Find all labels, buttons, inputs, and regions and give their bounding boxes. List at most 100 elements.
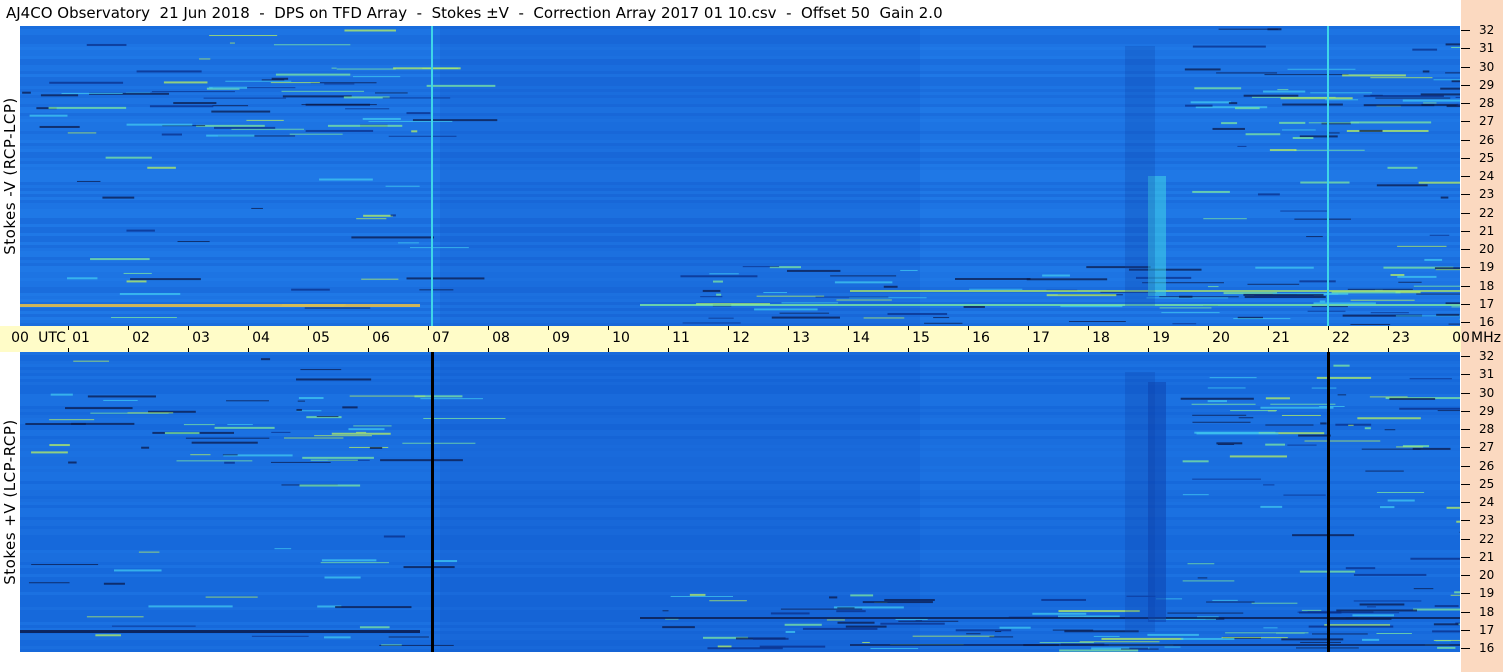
hour-tick-mark (1328, 348, 1329, 352)
hour-tick-mark (968, 348, 969, 352)
frequency-tick-mark (1461, 593, 1470, 595)
spectrogram-top-image (20, 26, 1460, 326)
hour-tick-mark (1088, 326, 1089, 330)
frequency-tick-label: 19 (1479, 586, 1495, 601)
hour-tick-mark (308, 326, 309, 330)
hour-tick-label: 15 (912, 330, 930, 346)
spectrogram-texture (20, 26, 1460, 326)
frequency-tick-mark (1461, 103, 1470, 104)
hour-tick-mark (1208, 326, 1209, 330)
hour-tick-label: 07 (432, 330, 450, 346)
frequency-tick-label: 30 (1479, 385, 1495, 400)
hour-tick-mark (1388, 326, 1389, 330)
hour-tick-mark (848, 348, 849, 352)
hour-tick-mark (1088, 348, 1089, 352)
frequency-tick-mark (1461, 648, 1470, 649)
hour-tick-mark (1208, 348, 1209, 352)
utc-label: UTC (38, 330, 66, 346)
hour-tick-label: 17 (1032, 330, 1050, 346)
frequency-tick-label: 31 (1479, 367, 1495, 382)
hour-tick-mark (68, 326, 69, 330)
frequency-tick-mark (1461, 157, 1470, 159)
frequency-tick-label: 19 (1479, 260, 1495, 275)
hour-tick-label: 22 (1332, 330, 1350, 346)
frequency-tick-label: 28 (1479, 96, 1495, 110)
frequency-tick-mark (1461, 629, 1470, 631)
hour-tick-label: 09 (552, 330, 570, 346)
hour-tick-mark (128, 326, 129, 330)
frequency-tick-label: 20 (1479, 242, 1495, 256)
spectrogram-top[interactable] (20, 26, 1460, 326)
frequency-tick-label: 21 (1479, 223, 1495, 238)
hour-tick-label: 10 (612, 330, 630, 346)
frequency-tick-label: 18 (1479, 604, 1495, 619)
frequency-tick-mark (1461, 556, 1470, 558)
bottom-panel-label-area: Stokes +V (LCP-RCP) (0, 352, 20, 652)
frequency-tick-mark (1461, 139, 1470, 141)
hour-tick-mark (248, 348, 249, 352)
frequency-tick-mark (1461, 356, 1470, 357)
hour-tick-mark (488, 348, 489, 352)
frequency-tick-label: 16 (1479, 315, 1495, 329)
time-start-label: 00 (11, 330, 29, 346)
hour-tick-mark (368, 326, 369, 330)
hour-tick-label: 06 (372, 330, 390, 346)
hour-tick-mark (1268, 348, 1269, 352)
hour-tick-mark (788, 326, 789, 330)
hour-tick-label: 16 (972, 330, 990, 346)
hour-tick-label: 13 (792, 330, 810, 346)
hour-tick-mark (908, 348, 909, 352)
hour-tick-label: 01 (72, 330, 90, 346)
frequency-tick-label: 17 (1479, 622, 1495, 637)
top-panel-label-area: Stokes -V (RCP-LCP) (0, 26, 20, 326)
hour-tick-mark (788, 348, 789, 352)
hour-tick-mark (1388, 348, 1389, 352)
hour-tick-label: 11 (672, 330, 690, 346)
hour-tick-mark (1028, 326, 1029, 330)
hour-tick-mark (308, 348, 309, 352)
frequency-tick-mark (1461, 465, 1470, 467)
frequency-tick-label: 29 (1479, 403, 1495, 418)
hour-tick-label: 02 (132, 330, 150, 346)
hour-tick-mark (488, 326, 489, 330)
frequency-tick-mark (1461, 374, 1470, 376)
frequency-tick-mark (1461, 303, 1470, 305)
hour-tick-mark (1328, 326, 1329, 330)
hour-tick-mark (1268, 326, 1269, 330)
frequency-tick-mark (1461, 520, 1470, 522)
frequency-tick-label: 29 (1479, 77, 1495, 92)
frequency-tick-label: 31 (1479, 41, 1495, 56)
frequency-tick-label: 25 (1479, 476, 1495, 491)
frequency-tick-label: 30 (1479, 59, 1495, 74)
window-title: AJ4CO Observatory 21 Jun 2018 - DPS on T… (0, 0, 1461, 26)
mhz-label: MHz (1471, 330, 1501, 346)
hour-tick-mark (728, 326, 729, 330)
time-end-label: 00 (1452, 330, 1470, 346)
spectrogram-bottom[interactable] (20, 352, 1460, 652)
hour-tick-mark (608, 348, 609, 352)
hour-tick-mark (908, 326, 909, 330)
hour-tick-mark (1148, 326, 1149, 330)
hour-tick-label: 12 (732, 330, 750, 346)
time-axis: 00 UTC 00 MHz 01 02 03 04 05 06 07 08 09 10 11 12 13… (0, 326, 1501, 352)
bottom-panel-label: Stokes +V (LCP-RCP) (1, 419, 19, 585)
hour-tick-mark (668, 348, 669, 352)
frequency-tick-label: 24 (1479, 495, 1495, 509)
hour-tick-mark (1028, 348, 1029, 352)
frequency-tick-label: 22 (1479, 205, 1495, 220)
hour-tick-label: 21 (1272, 330, 1290, 346)
frequency-tick-label: 23 (1479, 187, 1495, 202)
hour-tick-label: 18 (1092, 330, 1110, 346)
hour-tick-label: 19 (1152, 330, 1170, 346)
frequency-tick-mark (1461, 392, 1470, 394)
hour-tick-mark (368, 348, 369, 352)
hour-tick-mark (188, 326, 189, 330)
hour-tick-mark (548, 348, 549, 352)
frequency-tick-mark (1461, 30, 1470, 31)
frequency-tick-mark (1461, 249, 1470, 250)
frequency-tick-label: 26 (1479, 458, 1495, 473)
frequency-tick-label: 27 (1479, 440, 1495, 455)
hour-tick-label: 05 (312, 330, 330, 346)
frequency-tick-mark (1461, 410, 1470, 412)
frequency-tick-mark (1461, 538, 1470, 540)
